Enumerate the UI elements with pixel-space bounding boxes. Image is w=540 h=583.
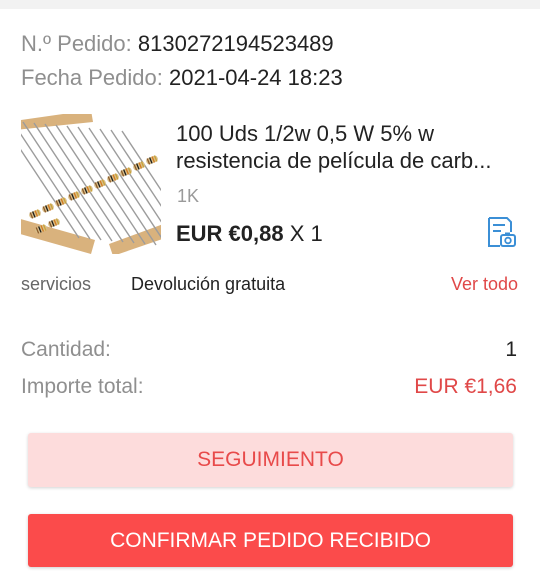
product-image[interactable] bbox=[21, 114, 161, 254]
receipt-photo-button[interactable] bbox=[483, 214, 519, 250]
item-quantity: X 1 bbox=[289, 221, 323, 246]
quantity-value: 1 bbox=[505, 338, 517, 361]
services-row: servicios Devolución gratuita Ver todo bbox=[21, 271, 520, 297]
total-label: Importe total: bbox=[21, 375, 144, 398]
product-title-line1: 100 Uds 1/2w 0,5 W 5% w bbox=[176, 121, 435, 146]
order-date-label: Fecha Pedido: bbox=[21, 65, 163, 90]
top-divider bbox=[0, 0, 540, 9]
unit-price: EUR €0,88 bbox=[176, 221, 284, 246]
free-return-text: Devolución gratuita bbox=[131, 274, 286, 294]
order-number-value: 8130272194523489 bbox=[137, 31, 334, 56]
total-value: EUR €1,66 bbox=[414, 375, 517, 398]
quantity-row: Cantidad: 1 bbox=[21, 337, 519, 363]
quantity-label: Cantidad: bbox=[21, 338, 111, 361]
product-variant: 1K bbox=[177, 186, 200, 206]
order-detail-page: N.º Pedido: 8130272194523489 Fecha Pedid… bbox=[0, 0, 540, 583]
total-row: Importe total: EUR €1,66 bbox=[21, 374, 519, 400]
product-title-line2: resistencia de película de carb... bbox=[176, 148, 492, 173]
order-number-label: N.º Pedido: bbox=[21, 31, 132, 56]
confirm-received-button[interactable]: CONFIRMAR PEDIDO RECIBIDO bbox=[28, 514, 513, 567]
product-title[interactable]: 100 Uds 1/2w 0,5 W 5% w resistencia de p… bbox=[176, 120, 521, 174]
receipt-photo-icon bbox=[488, 217, 516, 247]
resistor-strip-image bbox=[21, 114, 161, 254]
order-date-value: 2021-04-24 18:23 bbox=[169, 65, 343, 90]
tracking-button[interactable]: SEGUIMIENTO bbox=[28, 433, 513, 487]
order-date-row: Fecha Pedido: 2021-04-24 18:23 bbox=[21, 65, 343, 91]
see-all-link[interactable]: Ver todo bbox=[451, 271, 518, 297]
price-line: EUR €0,88 X 1 bbox=[176, 221, 323, 247]
services-label: servicios bbox=[21, 274, 92, 294]
order-number-row: N.º Pedido: 8130272194523489 bbox=[21, 31, 334, 57]
